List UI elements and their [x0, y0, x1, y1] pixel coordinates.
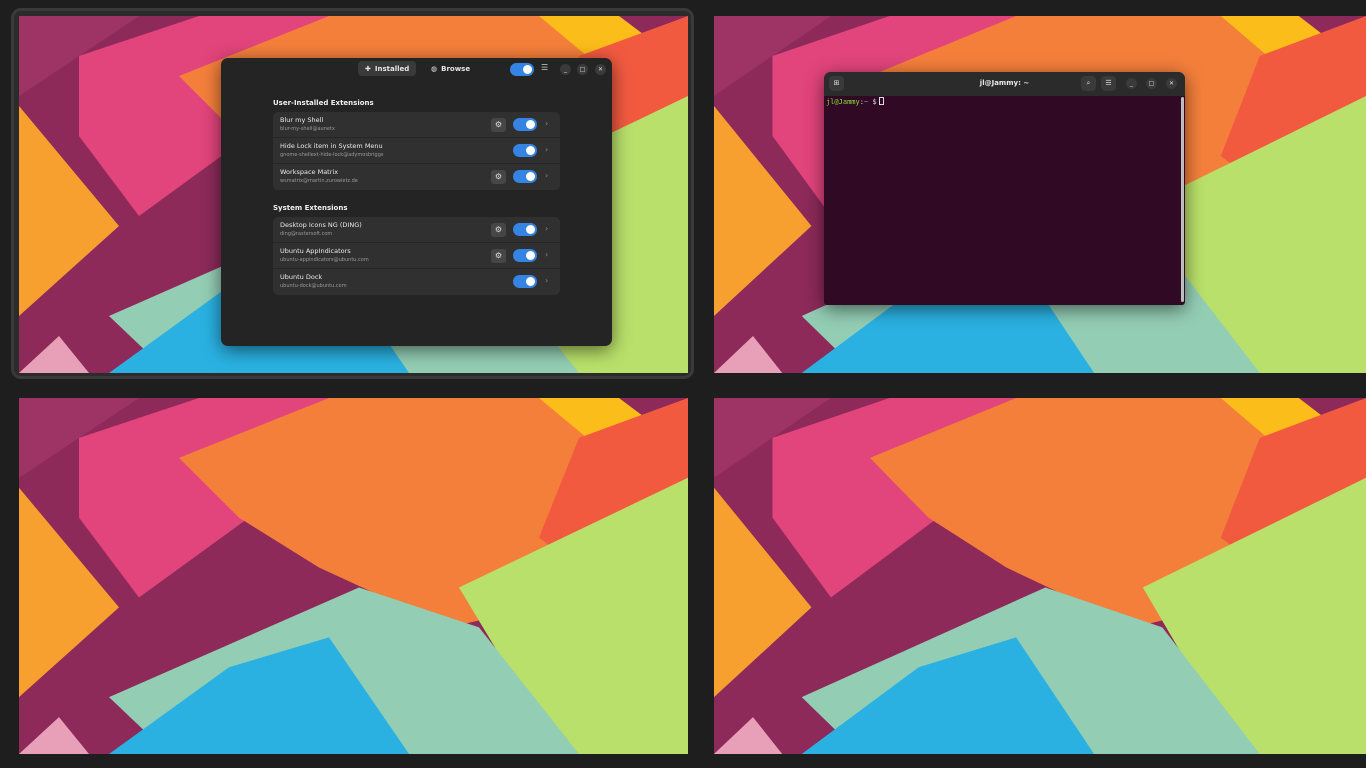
user-extensions-list: Blur my Shell blur-my-shell@aunetx ⚙ › H… — [273, 112, 560, 190]
settings-gear-icon[interactable]: ⚙ — [491, 118, 506, 132]
wallpaper — [714, 398, 1366, 754]
extension-name: Ubuntu Dock — [280, 273, 323, 281]
section-title-user: User-Installed Extensions — [273, 99, 374, 107]
extensions-window[interactable]: ✚ Installed ◍ Browse ☰ _ □ ✕ User-Instal… — [221, 58, 612, 346]
minimize-button[interactable]: _ — [1126, 78, 1137, 89]
extension-toggle[interactable] — [513, 170, 537, 183]
workspace-2[interactable]: ⊞ jl@Jammy: ~ ⌕ ☰ _ □ ✕ jl@Jammy:~ $ — [714, 16, 1366, 373]
chevron-right-icon[interactable]: › — [545, 119, 548, 128]
extension-row[interactable]: Ubuntu AppIndicators ubuntu-appindicator… — [273, 243, 560, 269]
hamburger-menu-icon[interactable]: ☰ — [541, 63, 548, 72]
chevron-right-icon[interactable]: › — [545, 250, 548, 259]
extension-toggle[interactable] — [513, 118, 537, 131]
extension-uuid: blur-my-shell@aunetx — [280, 126, 335, 132]
extension-uuid: gnome-shellext-hide-lock@adymosbriggs — [280, 152, 384, 158]
tab-browse[interactable]: ◍ Browse — [424, 61, 477, 76]
extension-uuid: ubuntu-appindicators@ubuntu.com — [280, 257, 369, 263]
terminal-scrollbar[interactable] — [1181, 97, 1184, 302]
terminal-window[interactable]: ⊞ jl@Jammy: ~ ⌕ ☰ _ □ ✕ jl@Jammy:~ $ — [824, 72, 1185, 305]
extensions-header-bar: ✚ Installed ◍ Browse ☰ _ □ ✕ — [221, 58, 612, 80]
extensions-global-toggle[interactable] — [510, 63, 534, 76]
extension-row[interactable]: Workspace Matrix wsmatrix@martin.zurowie… — [273, 164, 560, 190]
extension-row[interactable]: Ubuntu Dock ubuntu-dock@ubuntu.com › — [273, 269, 560, 295]
extension-row[interactable]: Blur my Shell blur-my-shell@aunetx ⚙ › — [273, 112, 560, 138]
extension-uuid: ubuntu-dock@ubuntu.com — [280, 283, 347, 289]
terminal-header-bar: ⊞ jl@Jammy: ~ ⌕ ☰ _ □ ✕ — [824, 72, 1185, 96]
system-extensions-list: Desktop Icons NG (DING) ding@rastersoft.… — [273, 217, 560, 295]
extension-uuid: wsmatrix@martin.zurowietz.de — [280, 178, 358, 184]
chevron-right-icon[interactable]: › — [545, 145, 548, 154]
terminal-content[interactable]: jl@Jammy:~ $ — [826, 97, 884, 106]
maximize-button[interactable]: □ — [577, 64, 588, 75]
tab-installed-label: Installed — [374, 64, 410, 73]
minimize-button[interactable]: _ — [560, 64, 571, 75]
extension-row[interactable]: Hide Lock item in System Menu gnome-shel… — [273, 138, 560, 164]
extension-uuid: ding@rastersoft.com — [280, 231, 333, 237]
extension-name: Workspace Matrix — [280, 168, 339, 176]
section-title-system: System Extensions — [273, 204, 348, 212]
close-button[interactable]: ✕ — [595, 64, 606, 75]
puzzle-icon: ✚ — [365, 64, 371, 73]
extension-name: Desktop Icons NG (DING) — [280, 221, 362, 229]
extension-toggle[interactable] — [513, 249, 537, 262]
globe-icon: ◍ — [431, 64, 438, 73]
extension-name: Ubuntu AppIndicators — [280, 247, 351, 255]
prompt-path: ~ — [863, 98, 869, 106]
extension-toggle[interactable] — [513, 275, 537, 288]
extension-toggle[interactable] — [513, 223, 537, 236]
tab-installed[interactable]: ✚ Installed — [358, 61, 417, 76]
workspace-3[interactable] — [19, 398, 688, 754]
extension-row[interactable]: Desktop Icons NG (DING) ding@rastersoft.… — [273, 217, 560, 243]
hamburger-menu-icon[interactable]: ☰ — [1101, 76, 1116, 91]
settings-gear-icon[interactable]: ⚙ — [491, 170, 506, 184]
settings-gear-icon[interactable]: ⚙ — [491, 249, 506, 263]
extension-toggle[interactable] — [513, 144, 537, 157]
prompt-symbol: $ — [872, 98, 877, 106]
text-cursor — [878, 97, 884, 105]
wallpaper — [19, 398, 688, 754]
extensions-list-area: User-Installed Extensions Blur my Shell … — [273, 99, 560, 309]
chevron-right-icon[interactable]: › — [545, 224, 548, 233]
workspace-overview: ✚ Installed ◍ Browse ☰ _ □ ✕ User-Instal… — [0, 0, 1366, 768]
settings-gear-icon[interactable]: ⚙ — [491, 223, 506, 237]
extension-name: Hide Lock item in System Menu — [280, 142, 383, 150]
chevron-right-icon[interactable]: › — [545, 276, 548, 285]
extension-name: Blur my Shell — [280, 116, 324, 124]
close-button[interactable]: ✕ — [1166, 78, 1177, 89]
tab-browse-label: Browse — [441, 64, 471, 73]
chevron-right-icon[interactable]: › — [545, 171, 548, 180]
workspace-1[interactable]: ✚ Installed ◍ Browse ☰ _ □ ✕ User-Instal… — [19, 16, 688, 373]
prompt-user: jl@Jammy — [826, 98, 860, 106]
maximize-button[interactable]: □ — [1146, 78, 1157, 89]
search-icon[interactable]: ⌕ — [1081, 76, 1096, 91]
workspace-4[interactable] — [714, 398, 1366, 754]
